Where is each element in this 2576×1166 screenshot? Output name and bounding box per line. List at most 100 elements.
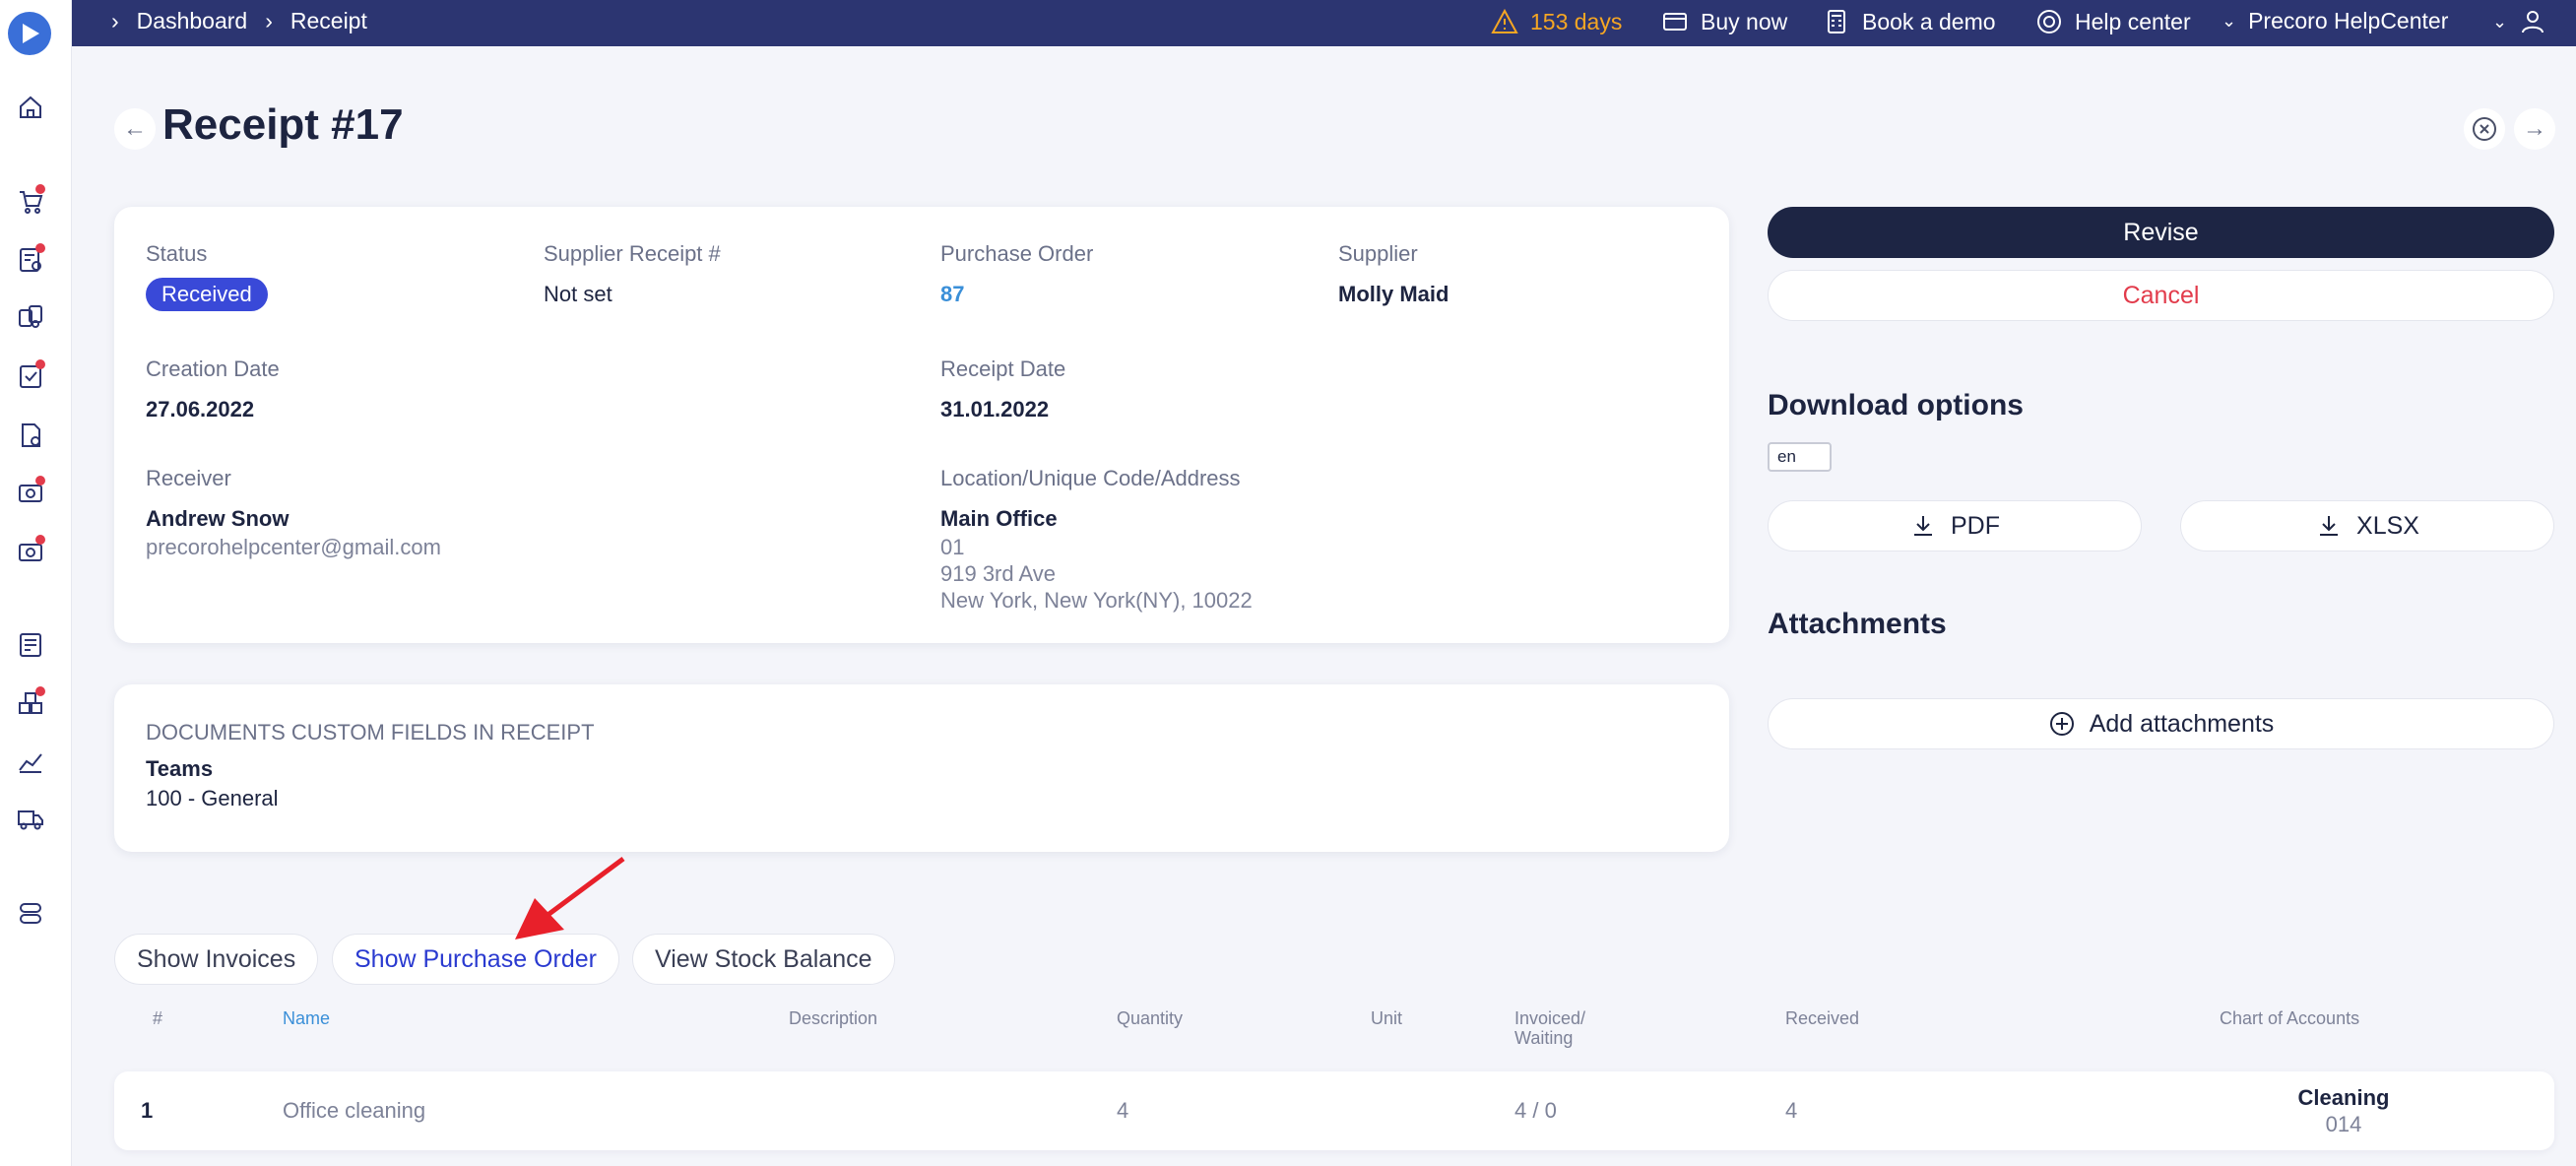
notification-dot: [35, 686, 45, 696]
status-label: Status: [146, 241, 208, 266]
settings-stack-icon[interactable]: [14, 896, 47, 930]
creation-date-value: 27.06.2022: [146, 397, 255, 421]
revise-button[interactable]: Revise: [1768, 207, 2554, 258]
user-icon: [2522, 11, 2544, 33]
buy-now-label: Buy now: [1701, 8, 1788, 34]
add-attachments-label: Add attachments: [2089, 709, 2275, 738]
location-name: Main Office: [940, 506, 1058, 531]
receiver-label: Receiver: [146, 466, 231, 490]
account-name: Precoro HelpCenter: [2248, 8, 2449, 33]
arrow-left-icon: ←: [123, 115, 147, 142]
receipt-date-value: 31.01.2022: [940, 397, 1050, 421]
cancel-button[interactable]: Cancel: [1768, 270, 2554, 321]
notification-dot: [35, 359, 45, 369]
book-demo-label: Book a demo: [1862, 8, 1996, 34]
column-header-invoiced-line2: Waiting: [1514, 1028, 1574, 1048]
top-bar: › Dashboard › Receipt 153 days Buy now B…: [72, 0, 2576, 46]
row-received: 4: [1785, 1098, 1798, 1123]
status-badge: Received: [146, 278, 268, 311]
language-select[interactable]: en: [1768, 442, 1832, 472]
xlsx-label: XLSX: [2356, 511, 2419, 540]
chevron-down-icon: ⌄: [2492, 11, 2508, 32]
trial-days-text: 153 days: [1530, 8, 1623, 34]
table-row[interactable]: 1 Office cleaning 4 4 / 0 4 Cleaning 014: [114, 1071, 2554, 1150]
receipts-icon[interactable]: [14, 359, 47, 393]
analytics-icon[interactable]: [14, 745, 47, 778]
attachments-title: Attachments: [1768, 608, 1947, 640]
notification-dot: [35, 184, 45, 194]
download-pdf-button[interactable]: PDF: [1768, 500, 2142, 551]
arrow-right-icon: →: [2523, 115, 2546, 142]
warehouse-icon[interactable]: [14, 686, 47, 720]
breadcrumb-receipt[interactable]: Receipt: [290, 8, 367, 34]
next-arrow-button[interactable]: →: [2514, 108, 2555, 150]
pdf-label: PDF: [1951, 511, 2000, 540]
purchase-order-label: Purchase Order: [940, 241, 1094, 266]
row-name: Office cleaning: [283, 1098, 426, 1123]
payments-icon[interactable]: [14, 476, 47, 509]
warning-icon: [1491, 8, 1518, 33]
column-header-invoiced: Invoiced/ Waiting: [1514, 1008, 1585, 1048]
row-number: 1: [141, 1098, 154, 1123]
view-stock-balance-button[interactable]: View Stock Balance: [632, 934, 895, 985]
column-header-number: #: [153, 1008, 163, 1028]
download-icon: [2320, 516, 2339, 536]
location-street: 919 3rd Ave: [940, 561, 1057, 586]
location-city: New York, New York(NY), 10022: [940, 588, 1253, 613]
help-center-label: Help center: [2075, 8, 2191, 34]
custom-fields-heading: DOCUMENTS CUSTOM FIELDS IN RECEIPT: [146, 720, 595, 745]
budgets-icon[interactable]: [14, 628, 47, 662]
chevron-down-icon: ⌄: [2222, 11, 2237, 31]
notification-dot: [35, 243, 45, 253]
calculator-icon: [1828, 10, 1845, 33]
close-button[interactable]: [2464, 108, 2505, 150]
close-circle-icon: [2473, 117, 2496, 141]
column-header-chart-of-accounts: Chart of Accounts: [2220, 1008, 2360, 1028]
receiver-email: precorohelpcenter@gmail.com: [146, 535, 441, 559]
receipt-details-card: [114, 207, 1729, 643]
column-header-quantity: Quantity: [1117, 1008, 1184, 1028]
row-quantity: 4: [1117, 1098, 1129, 1123]
trial-days-indicator[interactable]: 153 days: [1491, 8, 1622, 35]
suppliers-icon[interactable]: [14, 300, 47, 334]
approvals-icon[interactable]: [14, 243, 47, 277]
book-demo-link[interactable]: Book a demo: [1823, 8, 1996, 35]
row-invoiced-waiting: 4 / 0: [1514, 1098, 1557, 1123]
column-header-description: Description: [789, 1008, 878, 1028]
notification-dot: [35, 535, 45, 545]
plus-circle-icon: [2049, 712, 2074, 736]
add-attachments-button[interactable]: Add attachments: [1768, 698, 2554, 749]
column-header-unit: Unit: [1371, 1008, 1403, 1028]
precoro-logo[interactable]: [8, 12, 51, 55]
receipt-date-label: Receipt Date: [940, 356, 1066, 381]
custom-field-value: 100 - General: [146, 786, 279, 810]
back-arrow-button[interactable]: ←: [114, 108, 156, 150]
expenses-icon[interactable]: [14, 535, 47, 568]
notification-dot: [35, 476, 45, 486]
purchase-requests-icon[interactable]: [14, 184, 47, 218]
buy-now-link[interactable]: Buy now: [1661, 8, 1787, 35]
breadcrumb-dashboard[interactable]: Dashboard: [137, 8, 248, 34]
row-chart-name: Cleaning: [2297, 1085, 2390, 1110]
show-invoices-button[interactable]: Show Invoices: [114, 934, 319, 985]
location-label: Location/Unique Code/Address: [940, 466, 1241, 490]
invoices-icon[interactable]: [14, 419, 47, 452]
download-options-title: Download options: [1768, 389, 2024, 421]
custom-field-label: Teams: [146, 756, 214, 781]
purchase-order-link[interactable]: 87: [940, 282, 964, 307]
annotation-arrow: [515, 856, 625, 939]
column-header-name[interactable]: Name: [283, 1008, 330, 1028]
row-chart-code: 014: [2325, 1112, 2362, 1136]
supplier-value: Molly Maid: [1338, 282, 1449, 306]
supplier-receipt-label: Supplier Receipt #: [544, 241, 721, 266]
custom-fields-card: [114, 684, 1729, 852]
home-icon[interactable]: [14, 91, 47, 124]
user-menu[interactable]: ⌄: [2492, 8, 2546, 35]
account-switcher[interactable]: ⌄ Precoro HelpCenter: [2222, 8, 2448, 34]
logo-play-icon: [23, 24, 39, 43]
help-center-link[interactable]: Help center: [2035, 8, 2191, 35]
delivery-truck-icon[interactable]: [14, 802, 47, 835]
download-xlsx-button[interactable]: XLSX: [2180, 500, 2554, 551]
sidebar: [0, 0, 72, 1166]
column-header-invoiced-line1: Invoiced/: [1514, 1008, 1586, 1028]
